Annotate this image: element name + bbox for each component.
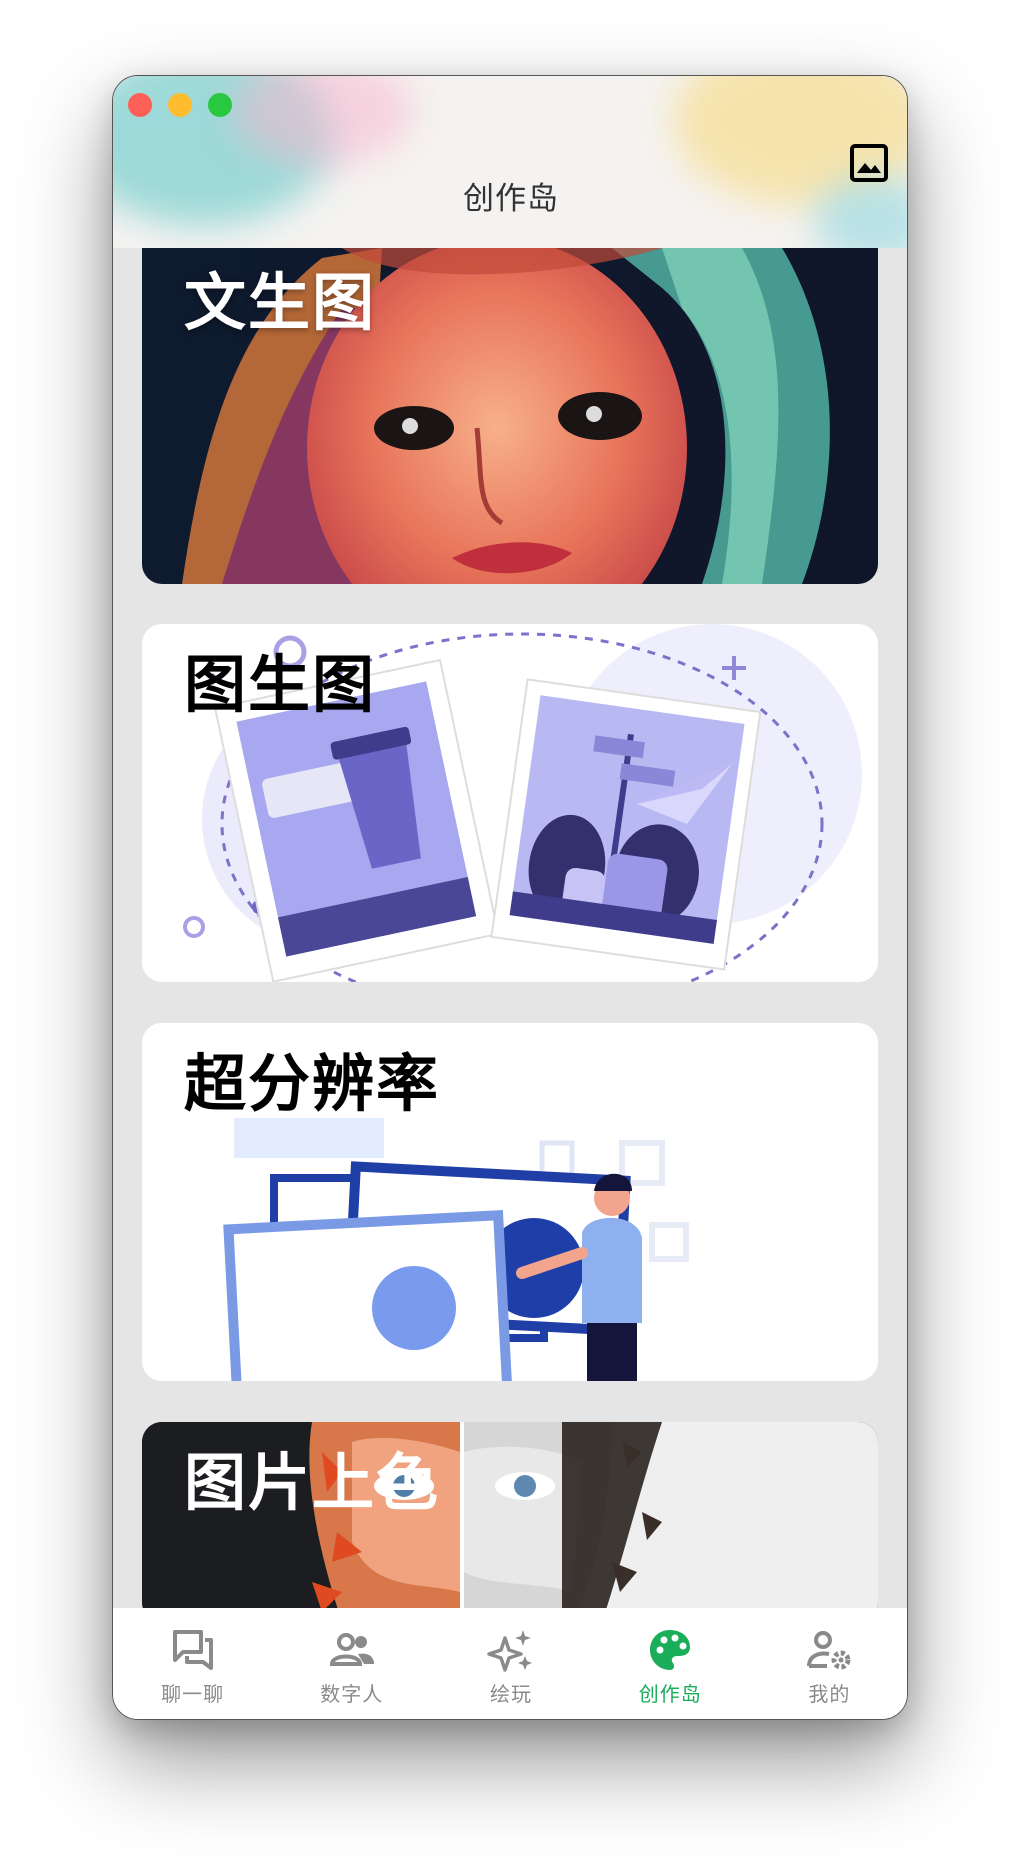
user-settings-icon <box>807 1631 851 1670</box>
bottom-tab-bar: 聊一聊 数字人 绘玩 创作岛 我的 <box>113 1608 907 1719</box>
card-list[interactable]: 文生图 图生图 超分辨率 图片上色 <box>113 248 907 1608</box>
chat-icon <box>172 1630 213 1670</box>
card-super-resolution[interactable]: 超分辨率 <box>142 1023 878 1381</box>
maximize-window-button[interactable] <box>208 93 232 117</box>
people-icon <box>329 1633 374 1666</box>
card-colorize[interactable]: 图片上色 <box>142 1422 878 1608</box>
card-text-to-image[interactable]: 文生图 <box>142 248 878 584</box>
tab-label: 数字人 <box>320 1682 384 1706</box>
page-title: 创作岛 <box>463 181 559 217</box>
tab-chat[interactable]: 聊一聊 <box>113 1608 272 1719</box>
tab-label: 聊一聊 <box>161 1682 225 1706</box>
card-label: 文生图 <box>184 266 377 339</box>
tab-mine[interactable]: 我的 <box>750 1608 907 1719</box>
close-window-button[interactable] <box>128 93 152 117</box>
palette-icon <box>650 1630 691 1670</box>
tab-label: 创作岛 <box>638 1682 702 1706</box>
tab-creation-island[interactable]: 创作岛 <box>591 1608 750 1719</box>
card-label: 图生图 <box>184 648 377 721</box>
tab-label: 我的 <box>808 1682 851 1706</box>
card-label: 图片上色 <box>184 1446 441 1519</box>
card-label: 超分辨率 <box>184 1047 441 1120</box>
sparkle-icon <box>487 1630 532 1672</box>
header: 创作岛 <box>113 76 907 248</box>
tab-label: 绘玩 <box>490 1682 532 1706</box>
minimize-window-button[interactable] <box>168 93 192 117</box>
tab-draw-play[interactable]: 绘玩 <box>431 1608 590 1719</box>
tab-digital-human[interactable]: 数字人 <box>272 1608 431 1719</box>
image-icon[interactable] <box>849 143 889 183</box>
app-window: 创作岛 文生图 图生图 超分辨率 图片上色 聊一聊 数字人 绘玩 创作岛 我的 <box>112 75 908 1720</box>
card-image-to-image[interactable]: 图生图 <box>142 624 878 982</box>
